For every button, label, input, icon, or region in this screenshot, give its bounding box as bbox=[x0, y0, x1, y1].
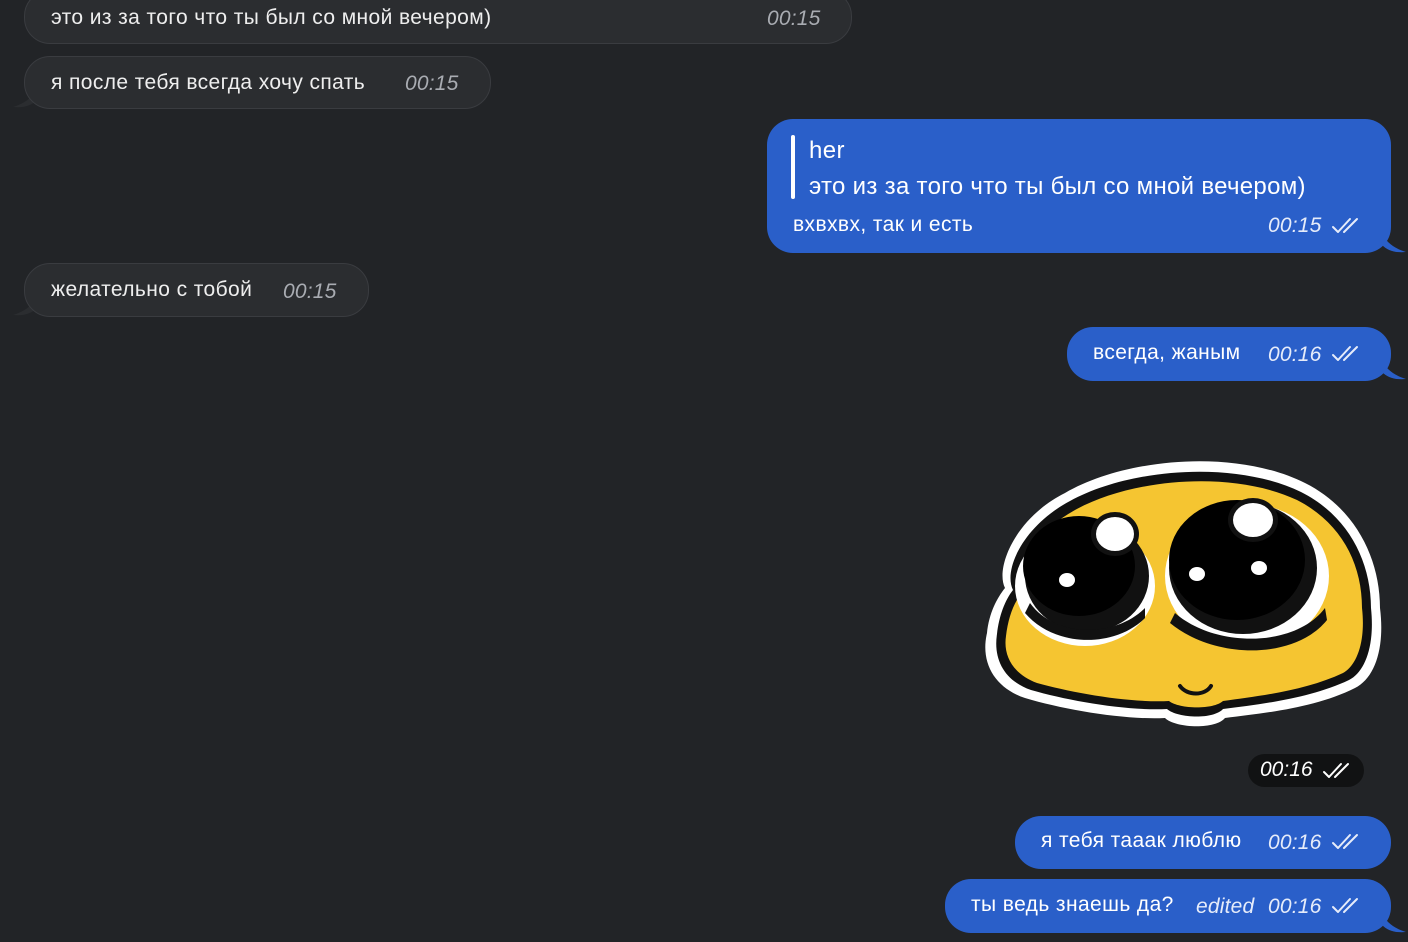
double-check-icon bbox=[1332, 898, 1358, 913]
message-time: 00:15 bbox=[283, 280, 337, 303]
outgoing-message[interactable]: я тебя тааак люблю 00:16 bbox=[1015, 816, 1391, 869]
outgoing-message[interactable]: ты ведь знаешь да? edited 00:16 bbox=[945, 879, 1391, 933]
message-text: всегда, жаным bbox=[1093, 341, 1241, 364]
incoming-message[interactable]: желательно с тобой 00:15 bbox=[24, 263, 369, 317]
double-check-icon bbox=[1332, 834, 1358, 849]
reply-author: her bbox=[809, 137, 845, 164]
incoming-message[interactable]: это из за того что ты был со мной вечеро… bbox=[24, 0, 852, 44]
message-time: 00:16 bbox=[1260, 758, 1313, 781]
message-time: 00:16 bbox=[1268, 343, 1322, 366]
message-text: вхвхвх, так и есть bbox=[793, 213, 974, 236]
pleading-face-sticker[interactable] bbox=[975, 448, 1395, 738]
outgoing-message[interactable]: всегда, жаным 00:16 bbox=[1067, 327, 1391, 381]
double-check-icon bbox=[1332, 218, 1358, 233]
message-text: это из за того что ты был со мной вечеро… bbox=[51, 6, 492, 29]
incoming-message[interactable]: я после тебя всегда хочу спать 00:15 bbox=[24, 56, 491, 109]
message-time: 00:15 bbox=[767, 7, 821, 30]
chat-message-list[interactable]: это из за того что ты был со мной вечеро… bbox=[0, 0, 1408, 942]
message-time: 00:15 bbox=[1268, 214, 1322, 237]
message-time: 00:16 bbox=[1268, 831, 1322, 854]
message-text: я тебя тааак люблю bbox=[1041, 829, 1242, 852]
double-check-icon bbox=[1323, 763, 1349, 778]
reply-quote-text: это из за того что ты был со мной вечеро… bbox=[809, 173, 1306, 200]
sticker-time-badge: 00:16 bbox=[1248, 754, 1364, 787]
message-text: я после тебя всегда хочу спать bbox=[51, 71, 366, 94]
message-text: ты ведь знаешь да? bbox=[971, 893, 1174, 916]
edited-label: edited bbox=[1196, 895, 1255, 918]
message-time: 00:15 bbox=[405, 72, 459, 95]
outgoing-message[interactable]: her это из за того что ты был со мной ве… bbox=[767, 119, 1391, 253]
message-time: 00:16 bbox=[1268, 895, 1322, 918]
message-text: желательно с тобой bbox=[51, 278, 253, 301]
double-check-icon bbox=[1332, 346, 1358, 361]
reply-quote-bar bbox=[791, 135, 795, 199]
